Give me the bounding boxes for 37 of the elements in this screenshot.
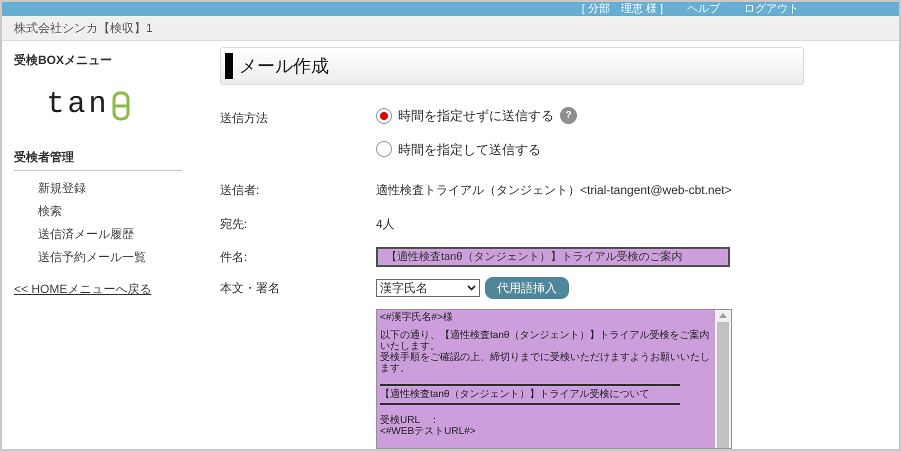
page-title: メール作成 — [239, 54, 329, 78]
scrollbar[interactable] — [715, 310, 731, 448]
logo-theta-icon — [112, 90, 130, 120]
field-label: 送信者: — [220, 182, 260, 199]
sidebar-link[interactable]: 送信予約メール一覧 — [38, 248, 182, 266]
radio-label: 時間を指定して送信する — [398, 140, 541, 158]
radio-button[interactable] — [376, 108, 392, 124]
sidebar-title: 受検BOXメニュー — [14, 52, 114, 69]
body-text: <#漢字氏名#>様 — [380, 312, 454, 323]
field-label: 件名: — [220, 249, 248, 266]
radio-label: 時間を指定せずに送信する — [398, 107, 554, 125]
sidebar-link[interactable]: 送信済メール履歴 — [38, 225, 182, 243]
body-text: <#WEBテストURL#> — [380, 426, 477, 437]
placeholder-select[interactable]: 漢字氏名 — [376, 279, 480, 297]
subject-field[interactable]: 【適性検査tanθ（タンジェント）】トライアル受検のご案内 — [376, 247, 730, 267]
radio-button[interactable] — [376, 141, 392, 158]
sidebar-link[interactable]: 新規登録 — [38, 179, 182, 197]
body-text: 受検URL ： — [380, 415, 441, 426]
chevron-down-icon — [467, 285, 476, 291]
body-text: 以下の通り、【適性検査tanθ（タンジェント）】トライアル受検をご案内いたします。 — [380, 330, 710, 352]
title-marker — [225, 53, 233, 79]
sender-value: 適性検査トライアル（タンジェント）<trial-tangent@web-cbt.net> — [376, 182, 732, 199]
section-title: 受検者管理 — [14, 148, 182, 171]
field-label: 送信方法 — [220, 110, 269, 127]
scroll-up-icon[interactable] — [719, 313, 727, 318]
field-label: 本文・署名 — [220, 280, 281, 297]
insert-button[interactable]: 代用語挿入 — [485, 277, 569, 299]
field-label: 宛先: — [220, 216, 248, 233]
body-text: 【適性検査tanθ（タンジェント）】トライアル受検について — [380, 389, 650, 400]
body-text: 受検手順をご確認の上、締切りまでに受検いただけますようお願いいたします。 — [380, 352, 711, 374]
company-name: 株式会社シンカ【検収】1 — [14, 20, 153, 38]
home-link[interactable]: << HOMEメニューへ戻る — [14, 280, 182, 298]
logo-text: tan — [46, 87, 110, 124]
body-textarea[interactable]: <#漢字氏名#>様 以下の通り、【適性検査tanθ（タンジェント）】トライアル受検をご案内いたします。 受検手順をご確認の上、締切りまでに受検いただけますようお願いいたします。 【適性検査tanθ（タンジェント）】トライアル受検について 受検URL ： <#WEBテストURL#> — [376, 309, 732, 449]
recipient-count: 4人 — [376, 216, 395, 233]
sidebar-link[interactable]: 検索 — [38, 202, 182, 220]
user-name: [ 分部 理恵 様 ] — [582, 2, 663, 16]
